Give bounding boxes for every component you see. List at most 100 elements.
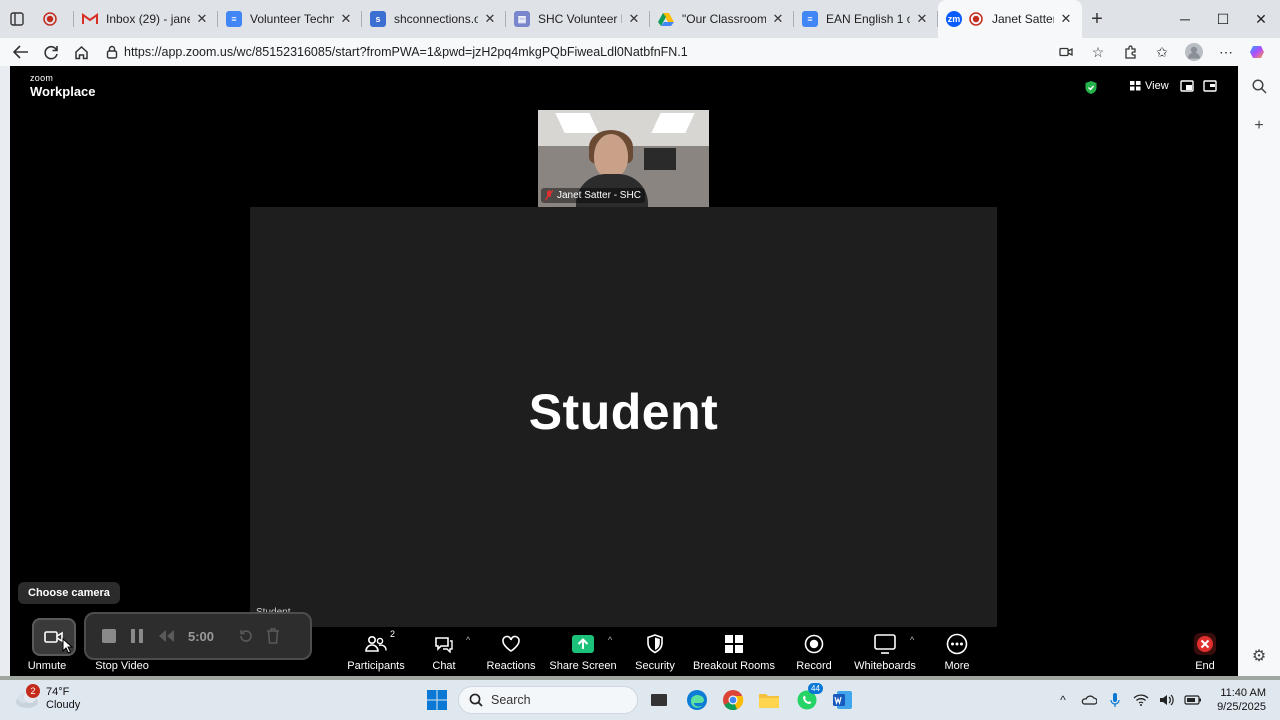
end-meeting-button[interactable]: End: [1192, 631, 1218, 677]
fullscreen-icon[interactable]: [1203, 79, 1217, 97]
stop-recording-icon[interactable]: [100, 627, 118, 645]
close-icon[interactable]: ✕: [194, 11, 210, 27]
share-options-caret-icon[interactable]: ^: [608, 635, 612, 645]
extensions-icon[interactable]: [1114, 38, 1146, 66]
whiteboards-label: Whiteboards: [854, 660, 916, 672]
search-icon[interactable]: [1238, 66, 1280, 106]
recording-controls-panel: 5:00: [84, 612, 312, 660]
camera-button[interactable]: [32, 618, 76, 656]
chrome-app[interactable]: [718, 686, 748, 714]
camera-in-use-icon[interactable]: [1050, 38, 1082, 66]
lock-icon[interactable]: [100, 45, 124, 59]
record-label: Record: [796, 660, 832, 672]
close-icon[interactable]: ✕: [914, 11, 930, 27]
share-screen-icon: [572, 635, 594, 653]
reactions-button[interactable]: Reactions: [487, 631, 535, 677]
home-icon[interactable]: [66, 38, 96, 66]
participants-icon-wrap: 2: [365, 629, 395, 657]
whiteboards-options-caret-icon[interactable]: ^: [910, 635, 914, 645]
close-icon[interactable]: ✕: [482, 11, 498, 27]
whiteboards-button[interactable]: Whiteboards: [854, 631, 916, 677]
more-options-icon[interactable]: ⋯: [1210, 38, 1242, 66]
microphone-icon[interactable]: [1102, 692, 1128, 708]
taskbar-clock[interactable]: 11:40 AM 9/25/2025: [1206, 686, 1280, 714]
sidebar-settings-icon[interactable]: ⚙: [1238, 636, 1280, 676]
onedrive-icon[interactable]: [1076, 695, 1102, 705]
tab-shconnections[interactable]: s shconnections.org - ✕: [362, 0, 506, 38]
back-icon[interactable]: [6, 38, 36, 66]
refresh-icon[interactable]: [36, 38, 66, 66]
end-label: End: [1195, 660, 1215, 672]
record-icon: [42, 11, 58, 27]
favorites-icon[interactable]: ✩: [1146, 38, 1178, 66]
zoom-workplace-logo: zoom Workplace: [30, 74, 96, 99]
edge-app[interactable]: [682, 686, 712, 714]
start-button[interactable]: [422, 686, 452, 714]
maximize-icon[interactable]: ☐: [1204, 0, 1242, 38]
battery-icon[interactable]: [1180, 695, 1206, 705]
breakout-rooms-button[interactable]: Breakout Rooms: [693, 631, 775, 677]
zoom-meeting-window: zoom Workplace View Janet Satter - SHC S…: [10, 66, 1238, 680]
security-button[interactable]: Security: [634, 631, 676, 677]
volume-icon[interactable]: [1154, 694, 1180, 706]
pause-icon[interactable]: [130, 628, 144, 644]
close-icon[interactable]: ✕: [1058, 11, 1074, 27]
wifi-icon[interactable]: [1128, 694, 1154, 706]
file-explorer-app[interactable]: [754, 686, 784, 714]
edge-sidebar: + ⚙: [1238, 66, 1280, 680]
close-icon[interactable]: ✕: [770, 11, 786, 27]
whatsapp-app[interactable]: 44: [792, 683, 823, 714]
view-button[interactable]: View: [1130, 80, 1169, 92]
add-sidebar-app-icon[interactable]: +: [1238, 106, 1280, 146]
close-icon[interactable]: ✕: [626, 11, 642, 27]
profile-avatar[interactable]: [1178, 38, 1210, 66]
taskbar-search[interactable]: Search: [458, 686, 638, 714]
more-icon: [946, 633, 968, 655]
show-hidden-icons-icon[interactable]: ^: [1050, 693, 1076, 707]
close-icon[interactable]: ✕: [338, 11, 354, 27]
weather-widget[interactable]: 2 74°F Cloudy: [14, 684, 80, 712]
self-view-video-tile[interactable]: Janet Satter - SHC: [538, 110, 709, 207]
favorite-star-icon[interactable]: ☆: [1082, 38, 1114, 66]
share-screen-button[interactable]: Share Screen: [549, 631, 617, 677]
url-field[interactable]: https://app.zoom.us/wc/85152316085/start…: [100, 40, 1116, 64]
tab-recording[interactable]: [34, 0, 74, 38]
rewind-icon[interactable]: [156, 629, 176, 643]
mouse-cursor-icon: [62, 638, 74, 654]
security-shield-icon[interactable]: [1084, 80, 1098, 100]
copilot-icon[interactable]: [1242, 38, 1274, 66]
tab-shc-volunteer-resources[interactable]: ▤ SHC Volunteer Resou ✕: [506, 0, 650, 38]
chat-options-caret-icon[interactable]: ^: [466, 635, 470, 645]
participant-name-tag: Janet Satter - SHC: [541, 188, 645, 203]
new-tab-button[interactable]: +: [1082, 0, 1112, 38]
window-controls: ─ ☐ ✕: [1166, 0, 1280, 38]
tab-volunteer-technology[interactable]: ≡ Volunteer Technolog ✕: [218, 0, 362, 38]
video-background-screen: [644, 148, 676, 170]
tab-title: Inbox (29) - janet@sl: [106, 12, 190, 26]
zoom-icon: zm: [946, 11, 962, 27]
task-view-app[interactable]: [644, 686, 674, 714]
tab-our-classroom[interactable]: "Our Classroom" Uni ✕: [650, 0, 794, 38]
chat-button[interactable]: Chat: [430, 631, 458, 677]
search-icon: [469, 693, 483, 707]
chrome-icon: [723, 690, 744, 711]
chat-label: Chat: [432, 660, 456, 672]
picture-in-picture-icon[interactable]: [1180, 79, 1194, 97]
tab-ean-english[interactable]: ≡ EAN English 1 overvi ✕: [794, 0, 938, 38]
participants-button[interactable]: 2 Participants: [347, 629, 404, 677]
trash-icon[interactable]: [266, 628, 280, 644]
more-button[interactable]: More: [940, 631, 974, 677]
word-app[interactable]: [828, 686, 858, 714]
windows-taskbar: 2 74°F Cloudy Search 44 ^ 11:40 AM 9/25/…: [0, 680, 1280, 720]
close-window-icon[interactable]: ✕: [1242, 0, 1280, 38]
site-icon: s: [370, 11, 386, 27]
minimize-icon[interactable]: ─: [1166, 0, 1204, 38]
choose-camera-tooltip: Choose camera: [18, 582, 120, 604]
record-button[interactable]: Record: [794, 631, 834, 677]
restart-icon[interactable]: [238, 628, 254, 644]
tab-gmail[interactable]: Inbox (29) - janet@sl ✕: [74, 0, 218, 38]
folder-icon: [759, 694, 779, 708]
tab-zoom-meeting[interactable]: zm Janet Satter - Sl ✕: [938, 0, 1082, 38]
view-label: View: [1145, 80, 1169, 92]
tab-actions-icon[interactable]: [0, 0, 34, 38]
